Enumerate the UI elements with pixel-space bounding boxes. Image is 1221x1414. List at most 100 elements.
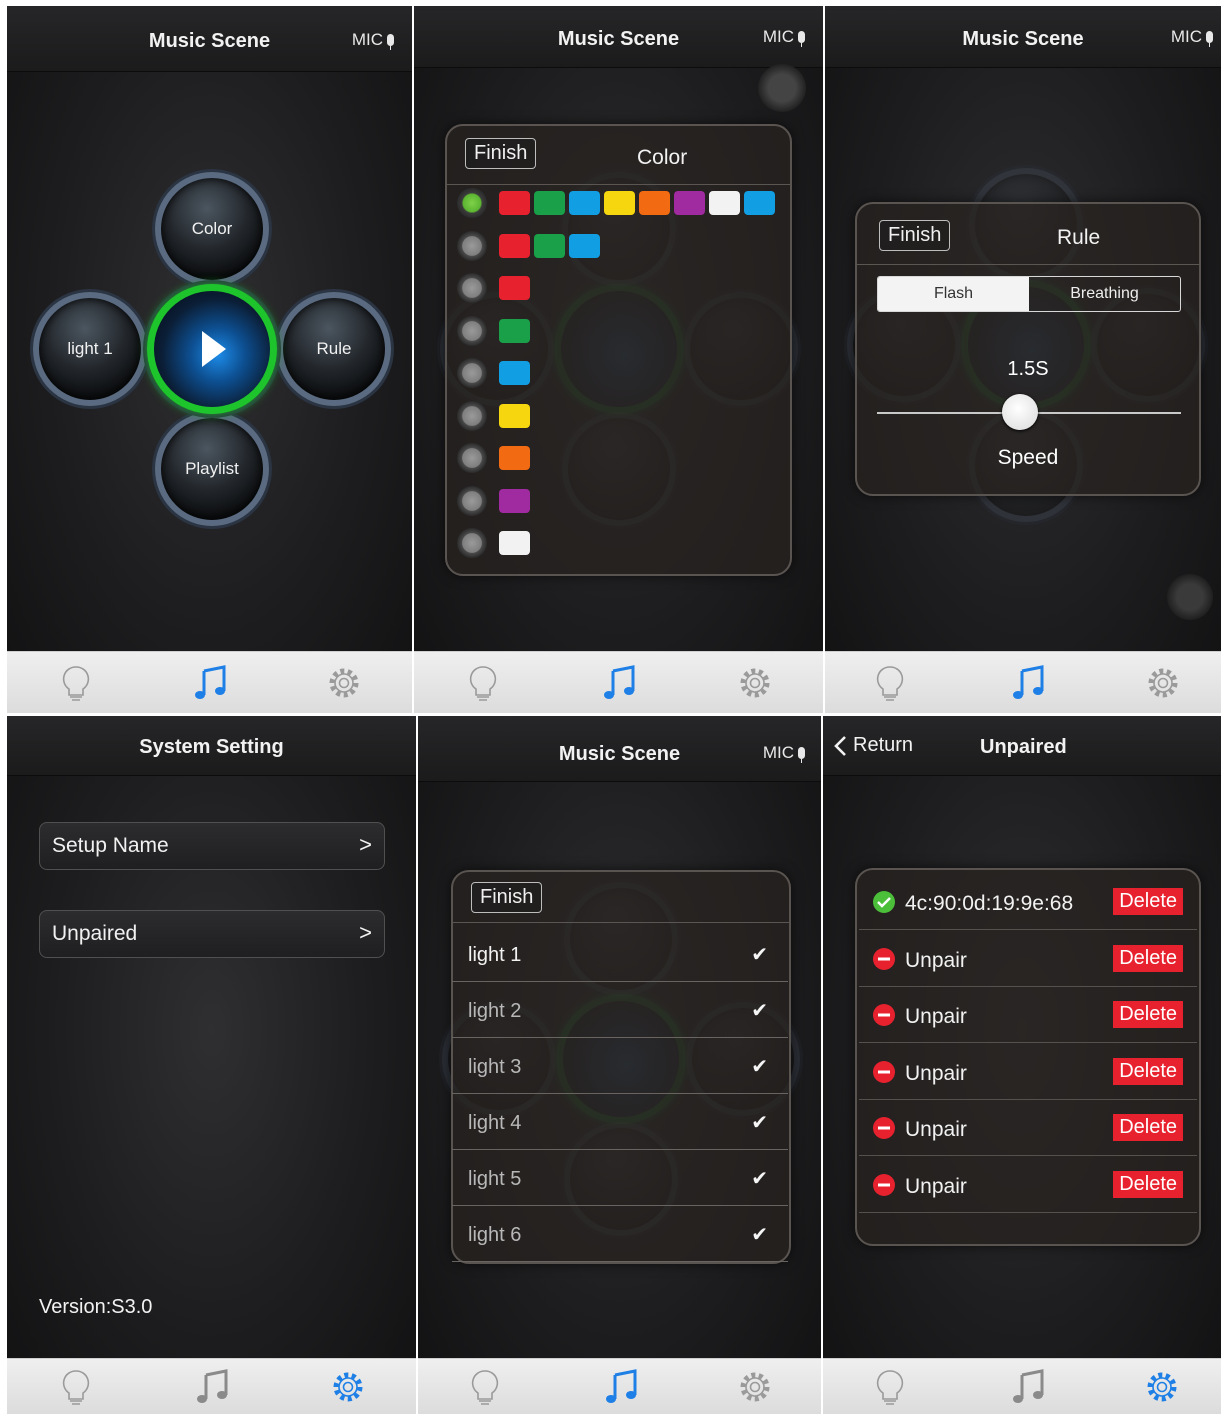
- floating-button[interactable]: [758, 64, 806, 112]
- system-setting-screen: System Setting Setup Name > Unpaired > V…: [7, 716, 416, 1414]
- minus-circle-icon[interactable]: [873, 1117, 895, 1139]
- divider: [447, 184, 790, 185]
- light-list-item[interactable]: light 6 ✔: [452, 1206, 788, 1262]
- color-swatch: [499, 531, 530, 555]
- delete-button[interactable]: Delete: [1113, 888, 1183, 915]
- delete-button[interactable]: Delete: [1113, 1170, 1183, 1198]
- floating-button[interactable]: [1167, 574, 1213, 620]
- finish-button[interactable]: Finish: [465, 138, 537, 169]
- rule-button[interactable]: Rule: [277, 292, 391, 406]
- delete-button[interactable]: Delete: [1113, 944, 1183, 972]
- tab-lights[interactable]: [51, 1362, 101, 1412]
- setup-name-label: Setup Name: [52, 834, 169, 857]
- speed-value: 1.5S: [1007, 358, 1049, 380]
- color-option-radio[interactable]: [457, 485, 487, 516]
- tab-lights[interactable]: [865, 658, 915, 708]
- music-note-icon: [195, 665, 226, 699]
- microphone-icon: [798, 747, 805, 763]
- bulb-icon: [62, 1370, 90, 1405]
- microphone-icon: [387, 34, 394, 50]
- tab-music[interactable]: [1003, 658, 1053, 708]
- light-button[interactable]: light 1: [33, 292, 147, 406]
- tab-music[interactable]: [187, 1362, 237, 1412]
- mic-button[interactable]: MIC: [763, 743, 805, 763]
- finish-button[interactable]: Finish: [471, 882, 543, 913]
- tab-lights[interactable]: [460, 1362, 510, 1412]
- tab-bar: [418, 1358, 821, 1414]
- microphone-icon: [798, 31, 805, 47]
- play-button[interactable]: [147, 284, 277, 414]
- navbar: System Setting: [7, 716, 416, 776]
- minus-circle-icon[interactable]: [873, 1004, 895, 1026]
- color-option-radio[interactable]: [457, 443, 487, 473]
- tab-music[interactable]: [185, 658, 235, 708]
- mic-label: MIC: [1170, 27, 1202, 46]
- delete-button[interactable]: Delete: [1113, 1001, 1183, 1028]
- checkmark-icon: ✔: [751, 1056, 768, 1078]
- tab-settings[interactable]: [1137, 1362, 1187, 1412]
- page-title: System Setting: [139, 736, 284, 758]
- delete-button[interactable]: Delete: [1113, 1114, 1183, 1141]
- tab-lights[interactable]: [51, 658, 101, 708]
- tab-settings[interactable]: [323, 1362, 373, 1412]
- color-button[interactable]: Color: [155, 172, 269, 286]
- tab-bar: [7, 651, 412, 713]
- mic-button[interactable]: MIC: [1171, 27, 1213, 47]
- light-list-item[interactable]: light 1 ✔: [452, 926, 788, 982]
- music-note-icon: [1013, 1369, 1044, 1403]
- color-option-radio[interactable]: [457, 400, 487, 431]
- setup-name-row[interactable]: Setup Name >: [39, 822, 385, 870]
- playlist-button[interactable]: Playlist: [155, 412, 269, 526]
- minus-circle-icon[interactable]: [873, 1173, 895, 1196]
- color-option-radio[interactable]: [457, 230, 487, 261]
- mic-label: MIC: [762, 27, 794, 46]
- color-option-radio[interactable]: [457, 358, 487, 388]
- popup-title: Rule: [1057, 226, 1101, 249]
- mic-button[interactable]: MIC: [352, 30, 394, 50]
- checkmark-icon: ✔: [751, 1000, 768, 1022]
- music-note-icon: [197, 1369, 228, 1403]
- tab-settings[interactable]: [1138, 658, 1188, 708]
- playlist-label: Playlist: [185, 459, 239, 478]
- tab-music[interactable]: [594, 658, 644, 708]
- device-label: Unpair: [905, 1118, 967, 1141]
- speed-label: Speed: [997, 446, 1059, 469]
- light-list-item[interactable]: light 3 ✔: [452, 1038, 788, 1094]
- popup-title: Color: [637, 146, 688, 169]
- check-circle-icon[interactable]: [873, 891, 895, 913]
- checkmark-icon: ✔: [751, 1112, 768, 1134]
- tab-settings[interactable]: [730, 1362, 780, 1412]
- color-option-radio[interactable]: [457, 188, 487, 218]
- color-option-radio[interactable]: [457, 315, 487, 346]
- light-list-item[interactable]: light 5 ✔: [452, 1150, 788, 1206]
- minus-circle-icon[interactable]: [873, 1060, 895, 1083]
- checkmark-icon: ✔: [751, 1168, 768, 1190]
- music-scene-screen: Music Scene MIC Color light 1 Rule Playl…: [7, 6, 412, 713]
- color-swatch: [534, 233, 565, 258]
- tab-settings[interactable]: [319, 658, 369, 708]
- color-option-radio[interactable]: [457, 273, 487, 303]
- return-button[interactable]: Return: [833, 734, 913, 757]
- tab-lights[interactable]: [865, 1362, 915, 1412]
- minus-circle-icon[interactable]: [873, 947, 895, 970]
- color-option-radio[interactable]: [457, 528, 487, 558]
- segment-flash[interactable]: Flash: [878, 277, 1029, 311]
- tab-music[interactable]: [1003, 1362, 1053, 1412]
- tab-music[interactable]: [596, 1362, 646, 1412]
- tab-settings[interactable]: [730, 658, 780, 708]
- device-row: Unpair Delete: [859, 1100, 1197, 1156]
- segment-breathing[interactable]: Breathing: [1029, 277, 1180, 311]
- finish-button[interactable]: Finish: [879, 220, 951, 251]
- controller: Color light 1 Rule Playlist: [29, 166, 395, 532]
- color-swatch: [569, 191, 600, 215]
- unpaired-row[interactable]: Unpaired >: [39, 910, 385, 958]
- light-list-item[interactable]: light 2 ✔: [452, 982, 788, 1038]
- device-row: 4c:90:0d:19:9e:68 Delete: [859, 874, 1197, 930]
- tab-lights[interactable]: [458, 658, 508, 708]
- delete-button[interactable]: Delete: [1113, 1057, 1183, 1085]
- light-list-item[interactable]: light 4 ✔: [452, 1094, 788, 1150]
- light-label: light 1: [67, 339, 113, 358]
- mic-button[interactable]: MIC: [763, 27, 805, 47]
- chevron-right-icon: >: [359, 920, 372, 945]
- speed-slider-knob[interactable]: [1001, 394, 1038, 430]
